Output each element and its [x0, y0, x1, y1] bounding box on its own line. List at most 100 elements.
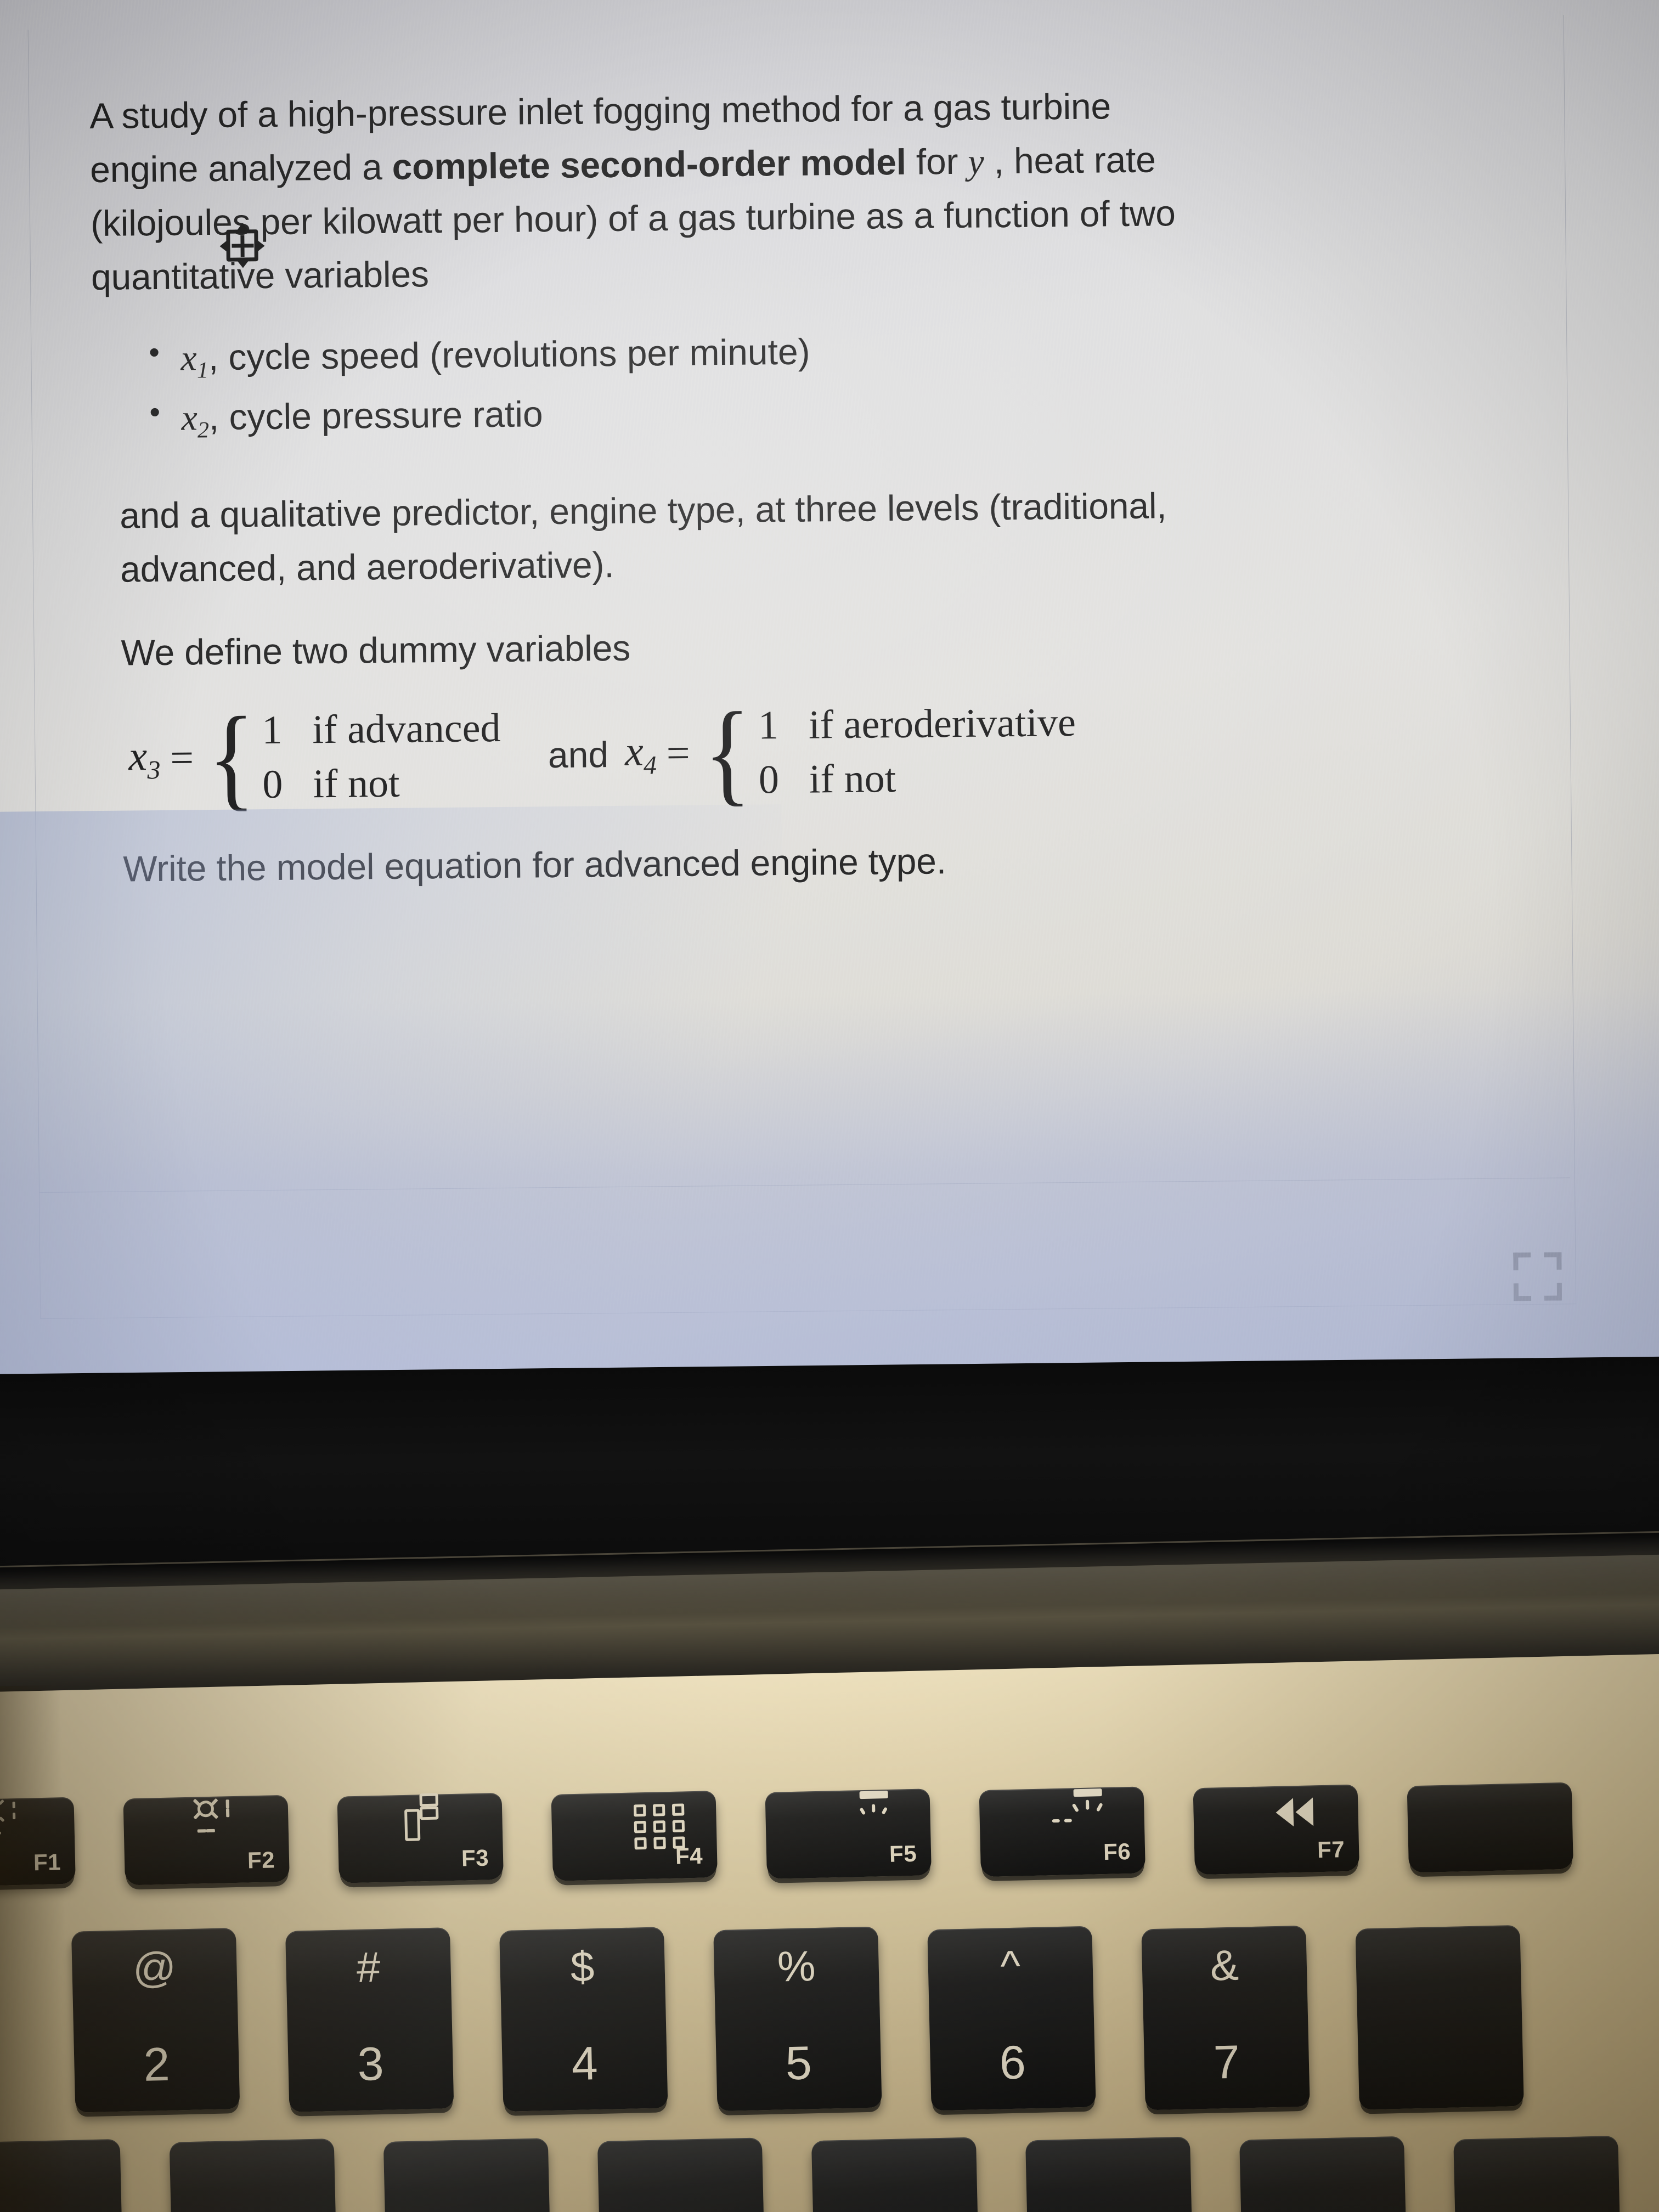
key-7-number: 7 [1212, 2035, 1240, 2089]
key-5-symbol: % [777, 1942, 816, 1991]
key-f5[interactable]: F5 [765, 1788, 932, 1880]
x4-var: x [624, 728, 644, 775]
model-term-bold: complete second-order model [392, 141, 907, 187]
laptop-screen: A study of a high-pressure inlet fogging… [0, 0, 1659, 1416]
intro-paragraph: A study of a high-pressure inlet fogging… [89, 75, 1606, 304]
predictor-var-x1: x [180, 337, 198, 379]
predictor-symbol: x2 [181, 397, 209, 443]
x4-cases: 1 if aeroderivative 0 if not [758, 696, 1077, 806]
expand-corner-top-left [1513, 1252, 1531, 1271]
key-f5-label: F5 [889, 1840, 917, 1867]
key-f8[interactable] [1407, 1782, 1574, 1873]
math-conjunction: and [548, 733, 609, 775]
intro-line-2-pre: engine analyzed a [89, 146, 393, 190]
key-row3-3[interactable] [383, 2138, 552, 2212]
expand-corner-bottom-left [1513, 1283, 1532, 1301]
key-7-symbol: & [1209, 1940, 1239, 1990]
key-8[interactable] [1355, 1925, 1524, 2110]
dummy-variable-x4: x4 = { 1 if aeroderivative 0 if not [624, 689, 1077, 817]
key-f2-label: F2 [247, 1847, 275, 1874]
key-2-number: 2 [143, 2038, 171, 2091]
key-f6[interactable]: F6 [979, 1786, 1146, 1877]
key-f7[interactable]: F7 [1193, 1784, 1360, 1875]
keyboard-deck: F1 F2 [0, 1653, 1659, 2212]
key-5-number: 5 [785, 2036, 812, 2090]
list-item: x1, cycle speed (revolutions per minute) [149, 318, 1606, 387]
x4-sub: 4 [643, 751, 657, 780]
predictor-sub-2: 2 [197, 417, 210, 443]
key-row3-5[interactable] [811, 2137, 980, 2212]
key-7[interactable]: & 7 [1141, 1925, 1310, 2111]
predictor-var-x2: x [181, 397, 198, 438]
cursor-arrow-right [257, 240, 265, 252]
key-row3-6[interactable] [1025, 2136, 1194, 2212]
x3-var: x [128, 732, 148, 780]
key-3-number: 3 [357, 2037, 385, 2091]
expand-fullscreen-icon[interactable] [1513, 1252, 1562, 1301]
key-f4[interactable]: F4 [551, 1791, 718, 1881]
key-4-symbol: $ [569, 1942, 595, 1991]
key-5[interactable]: % 5 [713, 1926, 882, 2112]
key-f3-label: F3 [461, 1844, 489, 1871]
x4-equals: = [666, 730, 691, 777]
expand-corner-bottom-right [1544, 1283, 1562, 1301]
key-f3[interactable]: F3 [337, 1792, 504, 1883]
x3-case2-value: 0 [262, 761, 283, 807]
question-content: A study of a high-pressure inlet fogging… [89, 75, 1611, 896]
dummy-variable-definitions: x3 = { 1 if advanced 0 if not and x4 = {… [128, 689, 1611, 821]
x3-case-2: 0 if not [262, 755, 501, 812]
key-f4-label: F4 [675, 1842, 703, 1869]
key-row3-8[interactable] [1453, 2135, 1622, 2212]
x3-case1-value: 1 [262, 708, 283, 753]
x4-case1-condition: if aeroderivative [808, 700, 1076, 748]
move-crosshair-cursor[interactable] [219, 223, 265, 268]
key-4-number: 4 [571, 2037, 599, 2091]
x3-case2-condition: if not [312, 760, 400, 807]
x4-symbol: x4 [625, 727, 657, 781]
response-variable-y: y [968, 142, 984, 182]
key-2[interactable]: @ 2 [71, 1927, 240, 2113]
predictor-sub-1: 1 [196, 357, 209, 383]
cursor-vertical-bar [240, 235, 245, 257]
predictor-desc-2: , cycle pressure ratio [208, 393, 544, 437]
intro-line-2-post: , heat rate [984, 139, 1156, 182]
predictor-list: x1, cycle speed (revolutions per minute)… [149, 318, 1607, 447]
x3-case1-condition: if advanced [312, 706, 501, 753]
key-f7-label: F7 [1317, 1836, 1345, 1863]
key-row3-7[interactable] [1239, 2136, 1408, 2212]
x3-symbol: x3 [128, 732, 161, 786]
document-panel: A study of a high-pressure inlet fogging… [27, 15, 1577, 1319]
predictor-symbol: x1 [180, 337, 208, 383]
x3-sub: 3 [147, 755, 161, 785]
x4-case-1: 1 if aeroderivative [758, 696, 1076, 753]
key-6[interactable]: ^ 6 [927, 1926, 1096, 2111]
left-brace-x3: { [207, 693, 256, 821]
x4-case1-value: 1 [758, 703, 779, 748]
key-row3-2[interactable] [169, 2138, 338, 2212]
predictor-desc-1: , cycle speed (revolutions per minute) [208, 331, 810, 377]
list-item: x2, cycle pressure ratio [149, 378, 1607, 447]
x3-cases: 1 if advanced 0 if not [262, 701, 501, 811]
qualitative-predictor-paragraph: and a qualitative predictor, engine type… [93, 475, 1609, 597]
key-3-symbol: # [356, 1943, 381, 1992]
x3-equals: = [170, 735, 194, 782]
key-6-number: 6 [998, 2036, 1026, 2090]
left-brace-x4: { [703, 689, 752, 817]
x4-case-2: 0 if not [758, 750, 1076, 807]
intro-line-2-mid: for [906, 140, 968, 182]
key-row3-4[interactable] [597, 2137, 766, 2212]
x4-case2-value: 0 [758, 757, 780, 803]
expand-corner-top-right [1544, 1252, 1562, 1270]
x4-case2-condition: if not [809, 755, 896, 802]
dummy-variable-x3: x3 = { 1 if advanced 0 if not [128, 693, 501, 821]
cursor-arrow-up [236, 223, 249, 231]
cursor-arrow-left [219, 240, 228, 252]
key-f6-label: F6 [1103, 1838, 1131, 1865]
key-6-symbol: ^ [1000, 1941, 1022, 1990]
x3-case-1: 1 if advanced [262, 701, 501, 758]
key-3[interactable]: # 3 [285, 1927, 454, 2112]
key-4[interactable]: $ 4 [499, 1927, 668, 2112]
cursor-arrow-down [236, 260, 249, 268]
key-f2[interactable]: F2 [123, 1795, 290, 1886]
laptop-photo: A study of a high-pressure inlet fogging… [0, 0, 1659, 2212]
